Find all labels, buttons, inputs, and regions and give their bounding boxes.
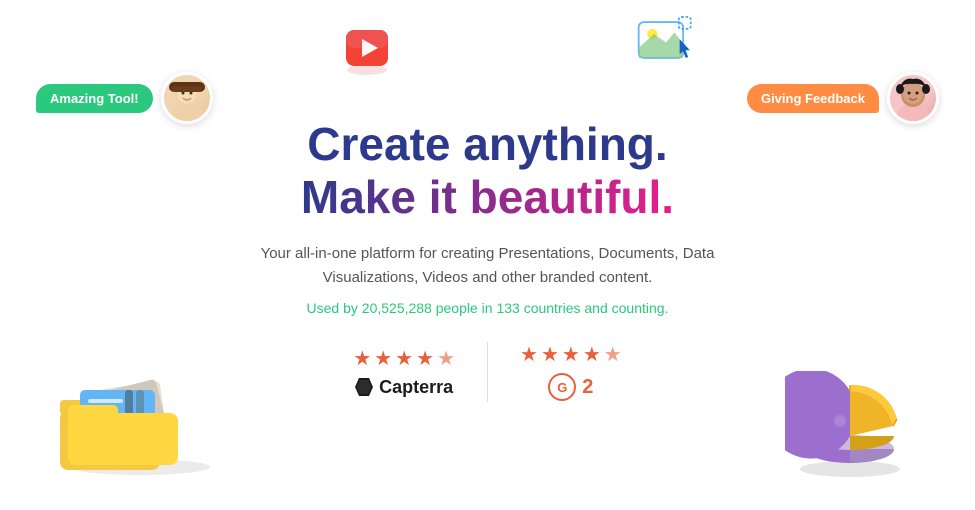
headline: Create anything. Make it beautiful.	[301, 118, 674, 224]
star-2: ★	[374, 346, 392, 371]
users-count: Used by 20,525,288 people in 133 countri…	[307, 300, 669, 316]
bubble-left: Amazing Tool!	[36, 84, 153, 113]
g2-stars: ★ ★ ★ ★ ★	[520, 342, 622, 367]
user-left-group: Amazing Tool!	[36, 72, 213, 124]
star-half: ★	[437, 346, 455, 371]
star-3: ★	[395, 346, 413, 371]
capterra-rating: ★ ★ ★ ★ ★ Capterra	[321, 346, 487, 398]
capterra-stars: ★ ★ ★ ★ ★	[353, 346, 455, 371]
image-icon-decoration	[637, 14, 695, 71]
headline-line1: Create anything.	[301, 118, 674, 171]
g2-logo: G 2	[548, 373, 593, 401]
user-right-group: Giving Feedback	[747, 72, 939, 124]
hero-section: Amazing Tool! Giving Feedback	[0, 0, 975, 510]
g2-rating: ★ ★ ★ ★ ★ G 2	[488, 342, 654, 401]
g2-star-half: ★	[604, 342, 622, 367]
bubble-right: Giving Feedback	[747, 84, 879, 113]
pie-illustration	[785, 371, 915, 486]
star-1: ★	[353, 346, 371, 371]
capterra-logo: Capterra	[355, 377, 453, 398]
star-4: ★	[416, 346, 434, 371]
play-icon-decoration	[340, 22, 394, 81]
capterra-label: Capterra	[379, 377, 453, 398]
g2-star-3: ★	[562, 342, 580, 367]
ratings-row: ★ ★ ★ ★ ★ Capterra ★ ★ ★ ★ ★	[321, 342, 653, 402]
capterra-icon	[355, 378, 373, 396]
g2-label: 2	[582, 376, 593, 399]
g2-star-2: ★	[541, 342, 559, 367]
subtext: Your all-in-one platform for creating Pr…	[258, 242, 718, 290]
folder-illustration	[50, 355, 230, 480]
g2-star-1: ★	[520, 342, 538, 367]
avatar-female	[887, 72, 939, 124]
g2-badge-icon: G	[548, 373, 576, 401]
g2-star-4: ★	[583, 342, 601, 367]
avatar-male	[161, 72, 213, 124]
headline-line2: Make it beautiful.	[301, 171, 674, 224]
